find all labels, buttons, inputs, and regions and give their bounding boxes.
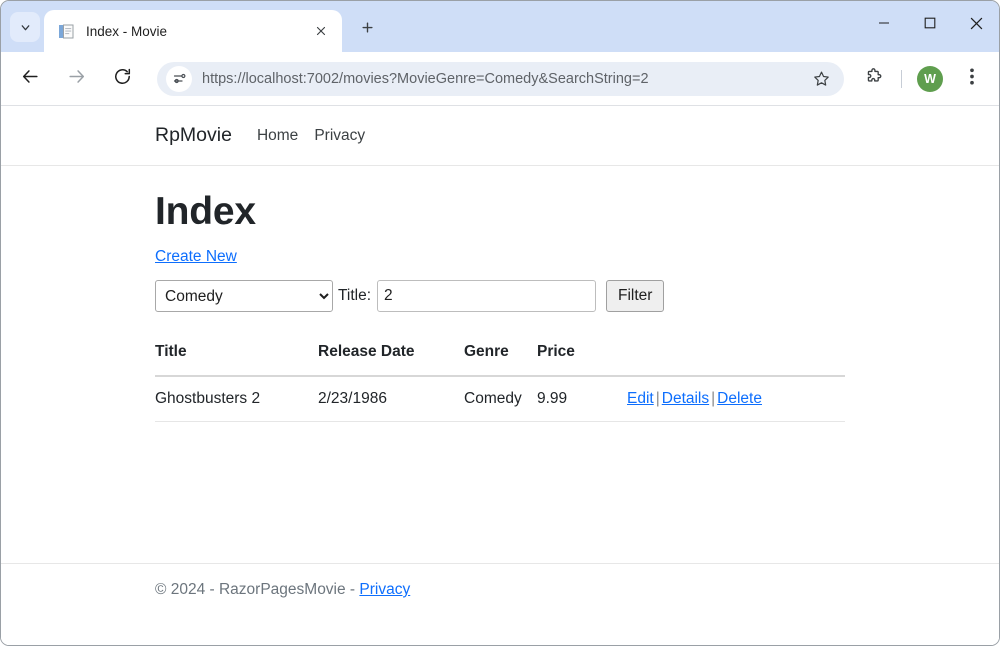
table-header: Title Release Date Genre Price xyxy=(155,343,845,377)
column-header-release: Release Date xyxy=(318,343,464,377)
address-bar[interactable]: https://localhost:7002/movies?MovieGenre… xyxy=(157,61,844,96)
footer-copyright: © 2024 - RazorPagesMovie - xyxy=(155,581,360,598)
column-header-price: Price xyxy=(537,343,627,377)
table-header-row: Title Release Date Genre Price xyxy=(155,343,845,377)
nav-link-home[interactable]: Home xyxy=(257,127,298,145)
page-title: Index xyxy=(155,190,256,233)
action-separator: | xyxy=(655,390,660,407)
cell-release: 2/23/1986 xyxy=(318,376,464,422)
site-footer: © 2024 - RazorPagesMovie - Privacy xyxy=(1,563,999,645)
edit-link[interactable]: Edit xyxy=(627,390,654,407)
browser-window: Index - Movie https://localhost:7002/mov… xyxy=(0,0,1000,646)
delete-link[interactable]: Delete xyxy=(717,390,762,407)
close-button[interactable] xyxy=(953,1,999,45)
footer-privacy-link[interactable]: Privacy xyxy=(359,581,410,598)
minimize-icon xyxy=(879,22,889,24)
url-text[interactable]: https://localhost:7002/movies?MovieGenre… xyxy=(202,71,803,87)
site-brand[interactable]: RpMovie xyxy=(155,124,232,147)
toolbar-divider xyxy=(901,69,902,88)
table-row: Ghostbusters 2 2/23/1986 Comedy 9.99 Edi… xyxy=(155,376,845,422)
arrow-right-icon xyxy=(67,67,86,91)
browser-menu-button[interactable] xyxy=(957,64,987,94)
cell-price: 9.99 xyxy=(537,376,627,422)
filter-form: Comedy Title: Filter xyxy=(155,280,845,312)
browser-toolbar: https://localhost:7002/movies?MovieGenre… xyxy=(1,52,999,106)
site-settings-icon[interactable] xyxy=(166,65,192,92)
column-header-actions xyxy=(627,343,845,377)
tab-title: Index - Movie xyxy=(86,23,168,39)
maximize-icon xyxy=(924,17,936,29)
chevron-down-icon xyxy=(19,21,32,34)
filter-button[interactable]: Filter xyxy=(606,280,665,312)
cell-title: Ghostbusters 2 xyxy=(155,376,318,422)
details-link[interactable]: Details xyxy=(662,390,709,407)
reload-icon xyxy=(113,67,132,91)
movies-table: Title Release Date Genre Price Ghostbust… xyxy=(155,343,845,422)
nav-link-privacy[interactable]: Privacy xyxy=(314,127,365,145)
titlebar: Index - Movie xyxy=(1,1,999,52)
reload-button[interactable] xyxy=(107,64,137,94)
browser-tab[interactable]: Index - Movie xyxy=(44,10,342,52)
table-body: Ghostbusters 2 2/23/1986 Comedy 9.99 Edi… xyxy=(155,376,845,422)
puzzle-icon xyxy=(864,67,883,91)
plus-icon xyxy=(360,20,375,40)
arrow-left-icon xyxy=(21,67,40,91)
action-separator: | xyxy=(711,390,716,407)
back-button[interactable] xyxy=(15,64,45,94)
cell-actions: Edit | Details | Delete xyxy=(627,376,845,422)
star-icon[interactable] xyxy=(809,67,833,91)
avatar[interactable]: W xyxy=(917,65,943,92)
genre-select[interactable]: Comedy xyxy=(155,280,333,312)
column-header-title: Title xyxy=(155,343,318,377)
close-icon[interactable] xyxy=(310,20,332,42)
create-new-link[interactable]: Create New xyxy=(155,248,237,265)
cell-genre: Comedy xyxy=(464,376,537,422)
forward-button[interactable] xyxy=(61,64,91,94)
close-icon xyxy=(970,17,982,29)
column-header-genre: Genre xyxy=(464,343,537,377)
tab-search-button[interactable] xyxy=(10,12,40,42)
maximize-button[interactable] xyxy=(907,1,953,45)
new-tab-button[interactable] xyxy=(352,15,382,45)
document-icon xyxy=(58,23,75,40)
search-input[interactable] xyxy=(377,280,597,312)
window-controls xyxy=(861,1,999,45)
minimize-button[interactable] xyxy=(861,1,907,45)
main-content: Index Create New Comedy Title: Filter Ti… xyxy=(155,166,845,422)
three-dot-menu-icon xyxy=(970,67,974,90)
footer-text: © 2024 - RazorPagesMovie - Privacy xyxy=(155,564,845,599)
title-label: Title: xyxy=(338,287,372,304)
site-navbar: RpMovie Home Privacy xyxy=(1,106,999,166)
page-viewport: RpMovie Home Privacy Index Create New Co… xyxy=(1,106,999,645)
extensions-button[interactable] xyxy=(858,64,888,94)
